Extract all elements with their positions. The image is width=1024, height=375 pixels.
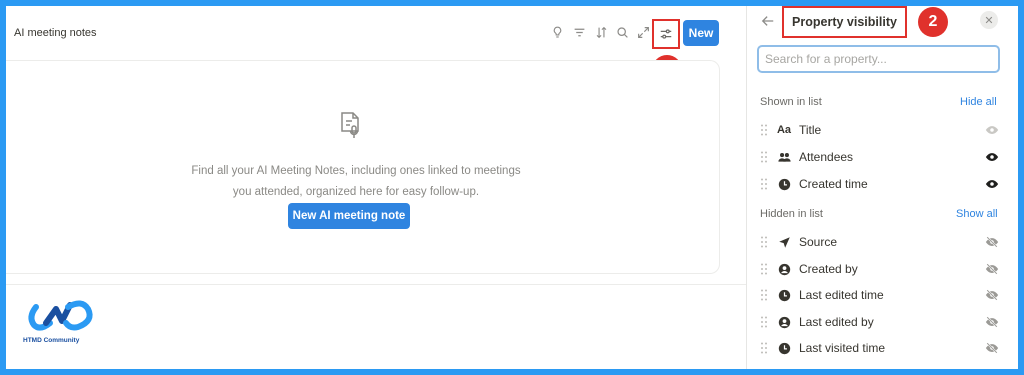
property-row-last-edited-time[interactable]: Last edited time <box>759 284 999 306</box>
show-all-link[interactable]: Show all <box>956 208 998 220</box>
close-icon: ✕ <box>984 14 994 27</box>
eye-open-icon[interactable] <box>984 150 999 165</box>
property-visibility-panel: Property visibility 2 ✕ Shown in list Hi… <box>746 6 1018 369</box>
clock-icon <box>777 288 791 302</box>
property-search-input[interactable] <box>757 45 1000 73</box>
property-row-title[interactable]: Aa Title <box>759 119 999 141</box>
property-row-attendees[interactable]: Attendees <box>759 146 999 168</box>
back-arrow-icon[interactable] <box>761 14 775 28</box>
drag-handle-icon[interactable] <box>759 177 769 191</box>
sliders-icon <box>660 29 672 39</box>
eye-open-icon[interactable] <box>984 123 999 138</box>
drag-handle-icon[interactable] <box>759 235 769 249</box>
new-ai-meeting-note-button[interactable]: New AI meeting note <box>288 203 410 229</box>
screenshot-frame: AI meeting notes New 1 Find all your AI … <box>6 6 1018 369</box>
eye-hidden-icon[interactable] <box>984 341 999 356</box>
property-label: Last visited time <box>799 341 886 355</box>
panel-title: Property visibility <box>782 6 907 38</box>
drag-handle-icon[interactable] <box>759 150 769 164</box>
property-label: Created by <box>799 262 858 276</box>
close-button[interactable]: ✕ <box>980 11 998 29</box>
hidden-section-label: Hidden in list <box>760 208 823 220</box>
eye-hidden-icon[interactable] <box>984 288 999 303</box>
drag-handle-icon[interactable] <box>759 288 769 302</box>
divider <box>6 284 746 285</box>
arrow-pointer-icon <box>777 235 791 249</box>
property-row-created-time[interactable]: Created time <box>759 173 999 195</box>
property-row-created-by[interactable]: Created by <box>759 258 999 280</box>
sort-icon[interactable] <box>593 24 609 40</box>
empty-state-text: Find all your AI Meeting Notes, includin… <box>6 161 706 203</box>
property-label: Title <box>799 123 822 137</box>
drag-handle-icon[interactable] <box>759 341 769 355</box>
database-title[interactable]: AI meeting notes <box>14 27 97 39</box>
eye-hidden-icon[interactable] <box>984 315 999 330</box>
logo-text: HTMD Community <box>23 337 80 344</box>
eye-hidden-icon[interactable] <box>984 262 999 277</box>
empty-state-line-2: you attended, organized here for easy fo… <box>232 186 480 198</box>
text-aa-icon: Aa <box>776 124 792 136</box>
property-label: Created time <box>799 177 868 191</box>
drag-handle-icon[interactable] <box>759 315 769 329</box>
drag-handle-icon[interactable] <box>759 123 769 137</box>
empty-state-line-1: Find all your AI Meeting Notes, includin… <box>191 165 521 177</box>
property-row-source[interactable]: Source <box>759 231 999 253</box>
eye-hidden-icon[interactable] <box>984 235 999 250</box>
database-view: AI meeting notes New 1 Find all your AI … <box>6 6 746 369</box>
lightbulb-icon[interactable] <box>549 24 565 40</box>
property-label: Last edited by <box>799 315 874 329</box>
search-icon[interactable] <box>614 24 630 40</box>
shown-section-label: Shown in list <box>760 96 822 108</box>
clock-icon <box>777 177 791 191</box>
view-settings-button[interactable] <box>652 19 680 49</box>
property-row-last-visited-time[interactable]: Last visited time <box>759 337 999 359</box>
expand-icon[interactable] <box>635 24 651 40</box>
property-row-last-edited-by[interactable]: Last edited by <box>759 311 999 333</box>
meeting-note-icon <box>338 111 362 141</box>
empty-state-card: Find all your AI Meeting Notes, includin… <box>6 60 720 274</box>
new-button[interactable]: New <box>683 20 719 46</box>
user-circle-icon <box>777 262 791 276</box>
filter-icon[interactable] <box>571 24 587 40</box>
callout-badge-2: 2 <box>918 7 948 37</box>
people-icon <box>777 150 791 164</box>
property-label: Source <box>799 235 838 249</box>
drag-handle-icon[interactable] <box>759 262 769 276</box>
hide-all-link[interactable]: Hide all <box>960 96 997 108</box>
user-circle-icon <box>777 315 791 329</box>
clock-icon <box>777 341 791 355</box>
property-label: Last edited time <box>799 288 884 302</box>
eye-open-icon[interactable] <box>984 177 999 192</box>
property-label: Attendees <box>799 150 854 164</box>
